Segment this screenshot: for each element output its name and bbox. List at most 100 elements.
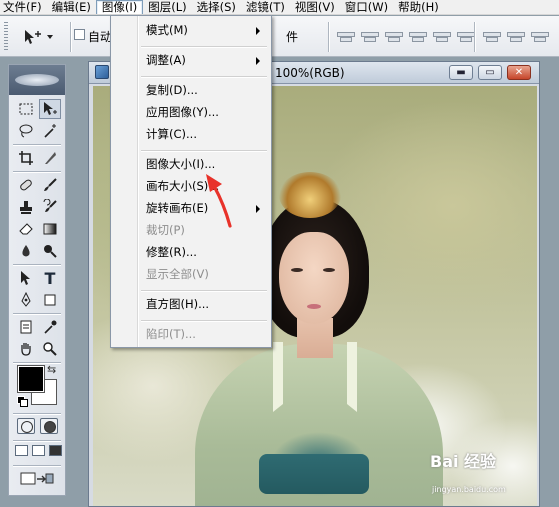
menu-separator [141,290,267,291]
menu-window[interactable]: 窗口(W) [340,0,393,14]
clone-stamp-tool-icon[interactable] [15,197,37,217]
menu-item-trap: 陷印(T)... [113,324,269,345]
zoom-tool-icon[interactable] [39,339,61,359]
move-tool-icon[interactable] [39,99,61,119]
menu-file[interactable]: 文件(F) [0,0,47,14]
menu-item-image-size[interactable]: 图像大小(I)... [113,154,269,175]
options-bar-grip[interactable] [4,22,8,52]
align-top-icon[interactable] [336,30,355,42]
close-button[interactable]: ✕ [507,65,531,80]
default-colors-icon[interactable] [17,396,28,407]
distribute-vcenter-icon[interactable] [506,30,525,42]
lasso-tool-icon[interactable] [15,121,37,141]
restore-icon: ▭ [485,66,495,78]
submenu-arrow-icon [256,205,260,213]
toolbox-separator [13,440,61,441]
menu-item-label: 陷印(T)... [146,327,196,341]
tool-preset-picker[interactable] [22,27,66,47]
show-transform-label: 件 [286,30,299,44]
auto-select-checkbox[interactable] [74,29,85,40]
standard-mode-button[interactable] [17,418,35,434]
photo-face [279,232,349,324]
standard-screen-mode-button[interactable] [15,445,28,456]
healing-brush-tool-icon[interactable] [15,175,37,195]
distribute-top-icon[interactable] [482,30,501,42]
crop-tool-icon[interactable] [15,148,37,168]
menu-item-mode[interactable]: 模式(M) [113,20,269,41]
menu-item-label: 图像大小(I)... [146,157,216,171]
distribute-bottom-icon[interactable] [530,30,549,42]
align-buttons [336,30,475,44]
document-title: 100%(RGB) [275,66,345,80]
align-vcenter-icon[interactable] [360,30,379,42]
blur-tool-icon[interactable] [15,241,37,261]
notes-tool-icon[interactable] [15,317,37,337]
menu-item-label: 旋转画布(E) [146,201,209,215]
align-hcenter-icon[interactable] [432,30,451,42]
menu-layer[interactable]: 图层(L) [143,0,191,14]
toolbox-separator [13,465,61,466]
menu-select[interactable]: 选择(S) [192,0,241,14]
menu-image[interactable]: 图像(I) [95,0,144,14]
magic-wand-tool-icon[interactable] [39,121,61,141]
quick-mask-mode-button[interactable] [40,418,58,434]
swap-colors-icon[interactable]: ⇆ [47,363,56,376]
type-tool-icon[interactable]: T [39,268,61,288]
menu-filter[interactable]: 滤镜(T) [241,0,290,14]
align-bottom-icon[interactable] [384,30,403,42]
toolbox-separator [13,264,61,265]
gradient-tool-icon[interactable] [39,219,61,239]
dodge-tool-icon[interactable] [39,241,61,261]
menu-item-canvas-size[interactable]: 画布大小(S)... [113,176,269,197]
hand-tool-icon[interactable] [15,339,37,359]
menu-item-rotate-canvas[interactable]: 旋转画布(E) [113,198,269,219]
menu-item-label: 计算(C)... [146,127,197,141]
menu-separator [141,46,267,47]
menu-item-calculations[interactable]: 计算(C)... [113,124,269,145]
menu-item-histogram[interactable]: 直方图(H)... [113,294,269,315]
minimize-icon: ▬ [456,66,466,78]
toolbox-separator [13,171,61,172]
pen-tool-icon[interactable] [15,290,37,310]
slice-tool-icon[interactable] [39,148,61,168]
marquee-tool-icon[interactable] [15,99,37,119]
photo-lips [307,304,321,309]
auto-select-label: 自动 [88,30,113,44]
imageready-icon [20,472,54,485]
menu-help[interactable]: 帮助(H) [393,0,444,14]
eyedropper-tool-icon[interactable] [39,317,61,337]
eraser-tool-icon[interactable] [15,219,37,239]
align-right-icon[interactable] [456,30,475,42]
menu-edit[interactable]: 编辑(E) [47,0,96,14]
options-bar: 自动 件 [0,16,559,57]
toolbox-header[interactable] [9,65,65,95]
image-menu-dropdown: 模式(M) 调整(A) 复制(D)... 应用图像(Y)... 计算(C)...… [110,15,272,348]
history-brush-tool-icon[interactable] [39,197,61,217]
brush-tool-icon[interactable] [39,175,61,195]
toolbox-separator [13,144,61,145]
menu-item-apply-image[interactable]: 应用图像(Y)... [113,102,269,123]
menu-separator [141,76,267,77]
baidu-watermark-url: jingyan.baidu.com [432,485,506,494]
photo-eye-left [291,268,303,272]
minimize-button[interactable]: ▬ [449,65,473,80]
menu-item-duplicate[interactable]: 复制(D)... [113,80,269,101]
foreground-color-swatch[interactable] [17,365,45,393]
menu-item-label: 复制(D)... [146,83,198,97]
menu-item-reveal-all: 显示全部(V) [113,264,269,285]
menu-item-trim[interactable]: 修整(R)... [113,242,269,263]
menu-item-adjustments[interactable]: 调整(A) [113,50,269,71]
fullscreen-mode-button[interactable] [49,445,62,456]
menu-view[interactable]: 视图(V) [290,0,340,14]
path-selection-tool-icon[interactable] [15,268,37,288]
fullscreen-menu-mode-button[interactable] [32,445,45,456]
submenu-arrow-icon [256,27,260,35]
photo-eye-right [323,268,335,272]
options-separator [328,22,329,52]
jump-to-imageready-button[interactable] [19,471,55,487]
menu-item-label: 模式(M) [146,23,188,37]
restore-button[interactable]: ▭ [478,65,502,80]
align-left-icon[interactable] [408,30,427,42]
shape-tool-icon[interactable] [39,290,61,310]
menu-item-label: 调整(A) [146,53,186,67]
